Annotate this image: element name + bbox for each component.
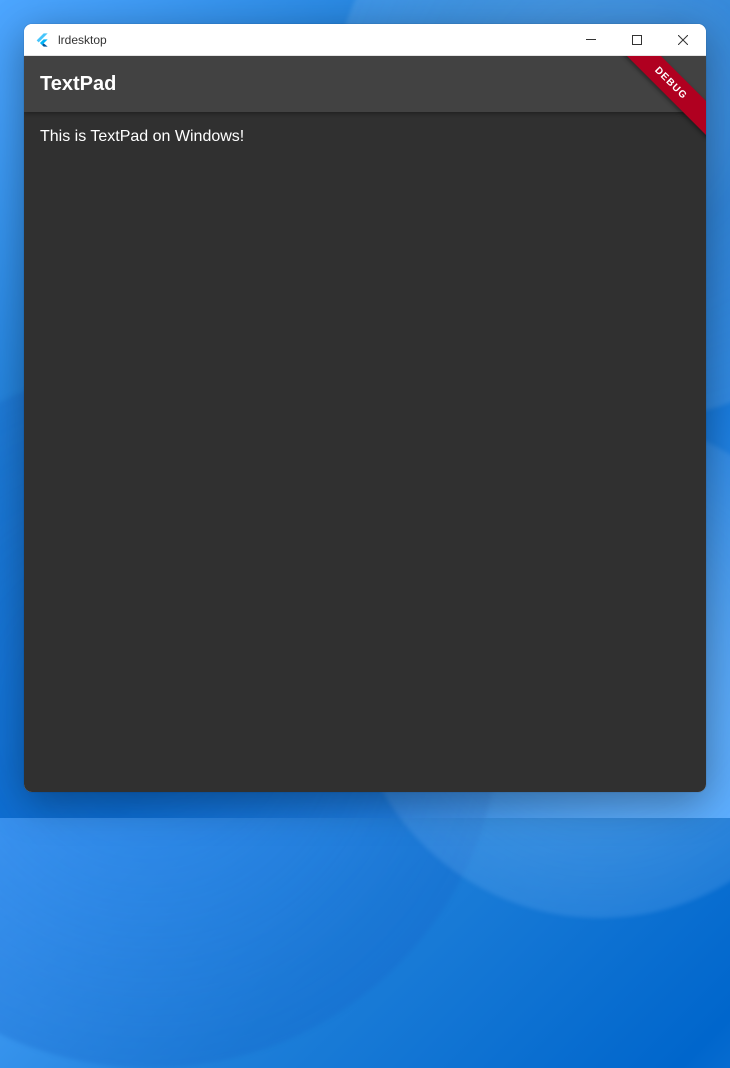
minimize-icon: [586, 39, 596, 40]
app-body: This is TextPad on Windows!: [24, 112, 706, 792]
window-title: lrdesktop: [58, 33, 107, 47]
close-button[interactable]: [660, 24, 706, 55]
close-icon: [678, 35, 688, 45]
app-bar-title: TextPad: [40, 73, 116, 96]
maximize-button[interactable]: [614, 24, 660, 55]
app-client-area: TextPad DEBUG This is TextPad on Windows…: [24, 56, 706, 792]
window-controls: [568, 24, 706, 55]
flutter-icon: [34, 32, 50, 48]
app-bar: TextPad: [24, 56, 706, 112]
maximize-icon: [632, 35, 642, 45]
minimize-button[interactable]: [568, 24, 614, 55]
body-text: This is TextPad on Windows!: [40, 128, 690, 146]
application-window: lrdesktop TextPad DE: [24, 24, 706, 792]
window-titlebar[interactable]: lrdesktop: [24, 24, 706, 56]
